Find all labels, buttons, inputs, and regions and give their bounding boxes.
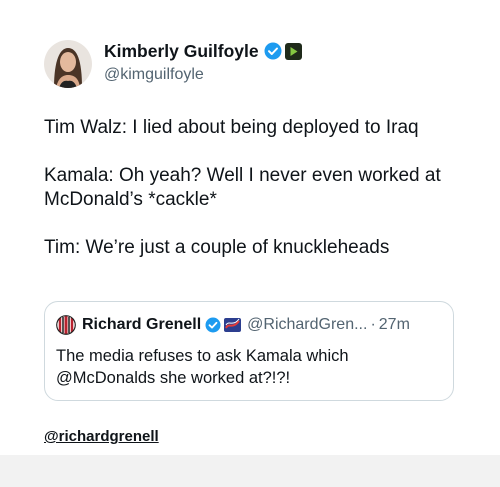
author-display-name[interactable]: Kimberly Guilfoyle <box>104 41 259 62</box>
rumble-logo-icon <box>284 42 302 60</box>
quoted-tweet-text: The media refuses to ask Kamala which @M… <box>56 345 441 389</box>
quoted-author-handle: @RichardGren... <box>247 316 368 333</box>
separator-dot: · <box>370 316 376 333</box>
quoted-line: @McDonalds she worked at?!?! <box>56 369 291 387</box>
verified-badge-icon <box>205 317 221 333</box>
tweet-line: Kamala: Oh yeah? Well I never even worke… <box>44 165 441 186</box>
verified-badge-icon <box>264 42 282 60</box>
author-handle[interactable]: @kimguilfoyle <box>104 66 302 84</box>
tweet-line: Tim: We’re just a couple of knuckleheads <box>44 237 390 258</box>
quoted-tweet[interactable]: Richard Grenell @RichardGren... · 27m Th… <box>44 301 454 401</box>
tweet-line: Tim Walz: I lied about being deployed to… <box>44 117 419 138</box>
bottom-strip <box>0 455 500 487</box>
author-block: Kimberly Guilfoyle @kimguilfoyle <box>104 40 302 84</box>
tweet-line: McDonald’s *cackle* <box>44 189 217 210</box>
quoted-line: The media refuses to ask Kamala which <box>56 347 349 365</box>
credit-handle-link[interactable]: @richardgrenell <box>44 428 159 445</box>
affiliate-flag-icon <box>224 318 242 332</box>
post-card: Kimberly Guilfoyle @kimguilfoyle Tim Wal… <box>0 0 500 455</box>
author-avatar[interactable] <box>44 40 92 88</box>
quoted-author-name: Richard Grenell <box>82 316 202 333</box>
quoted-author-avatar <box>56 315 76 335</box>
quoted-tweet-header: Richard Grenell @RichardGren... · 27m <box>56 315 410 335</box>
quoted-timestamp: 27m <box>378 316 410 333</box>
tweet-text: Tim Walz: I lied about being deployed to… <box>44 116 474 260</box>
